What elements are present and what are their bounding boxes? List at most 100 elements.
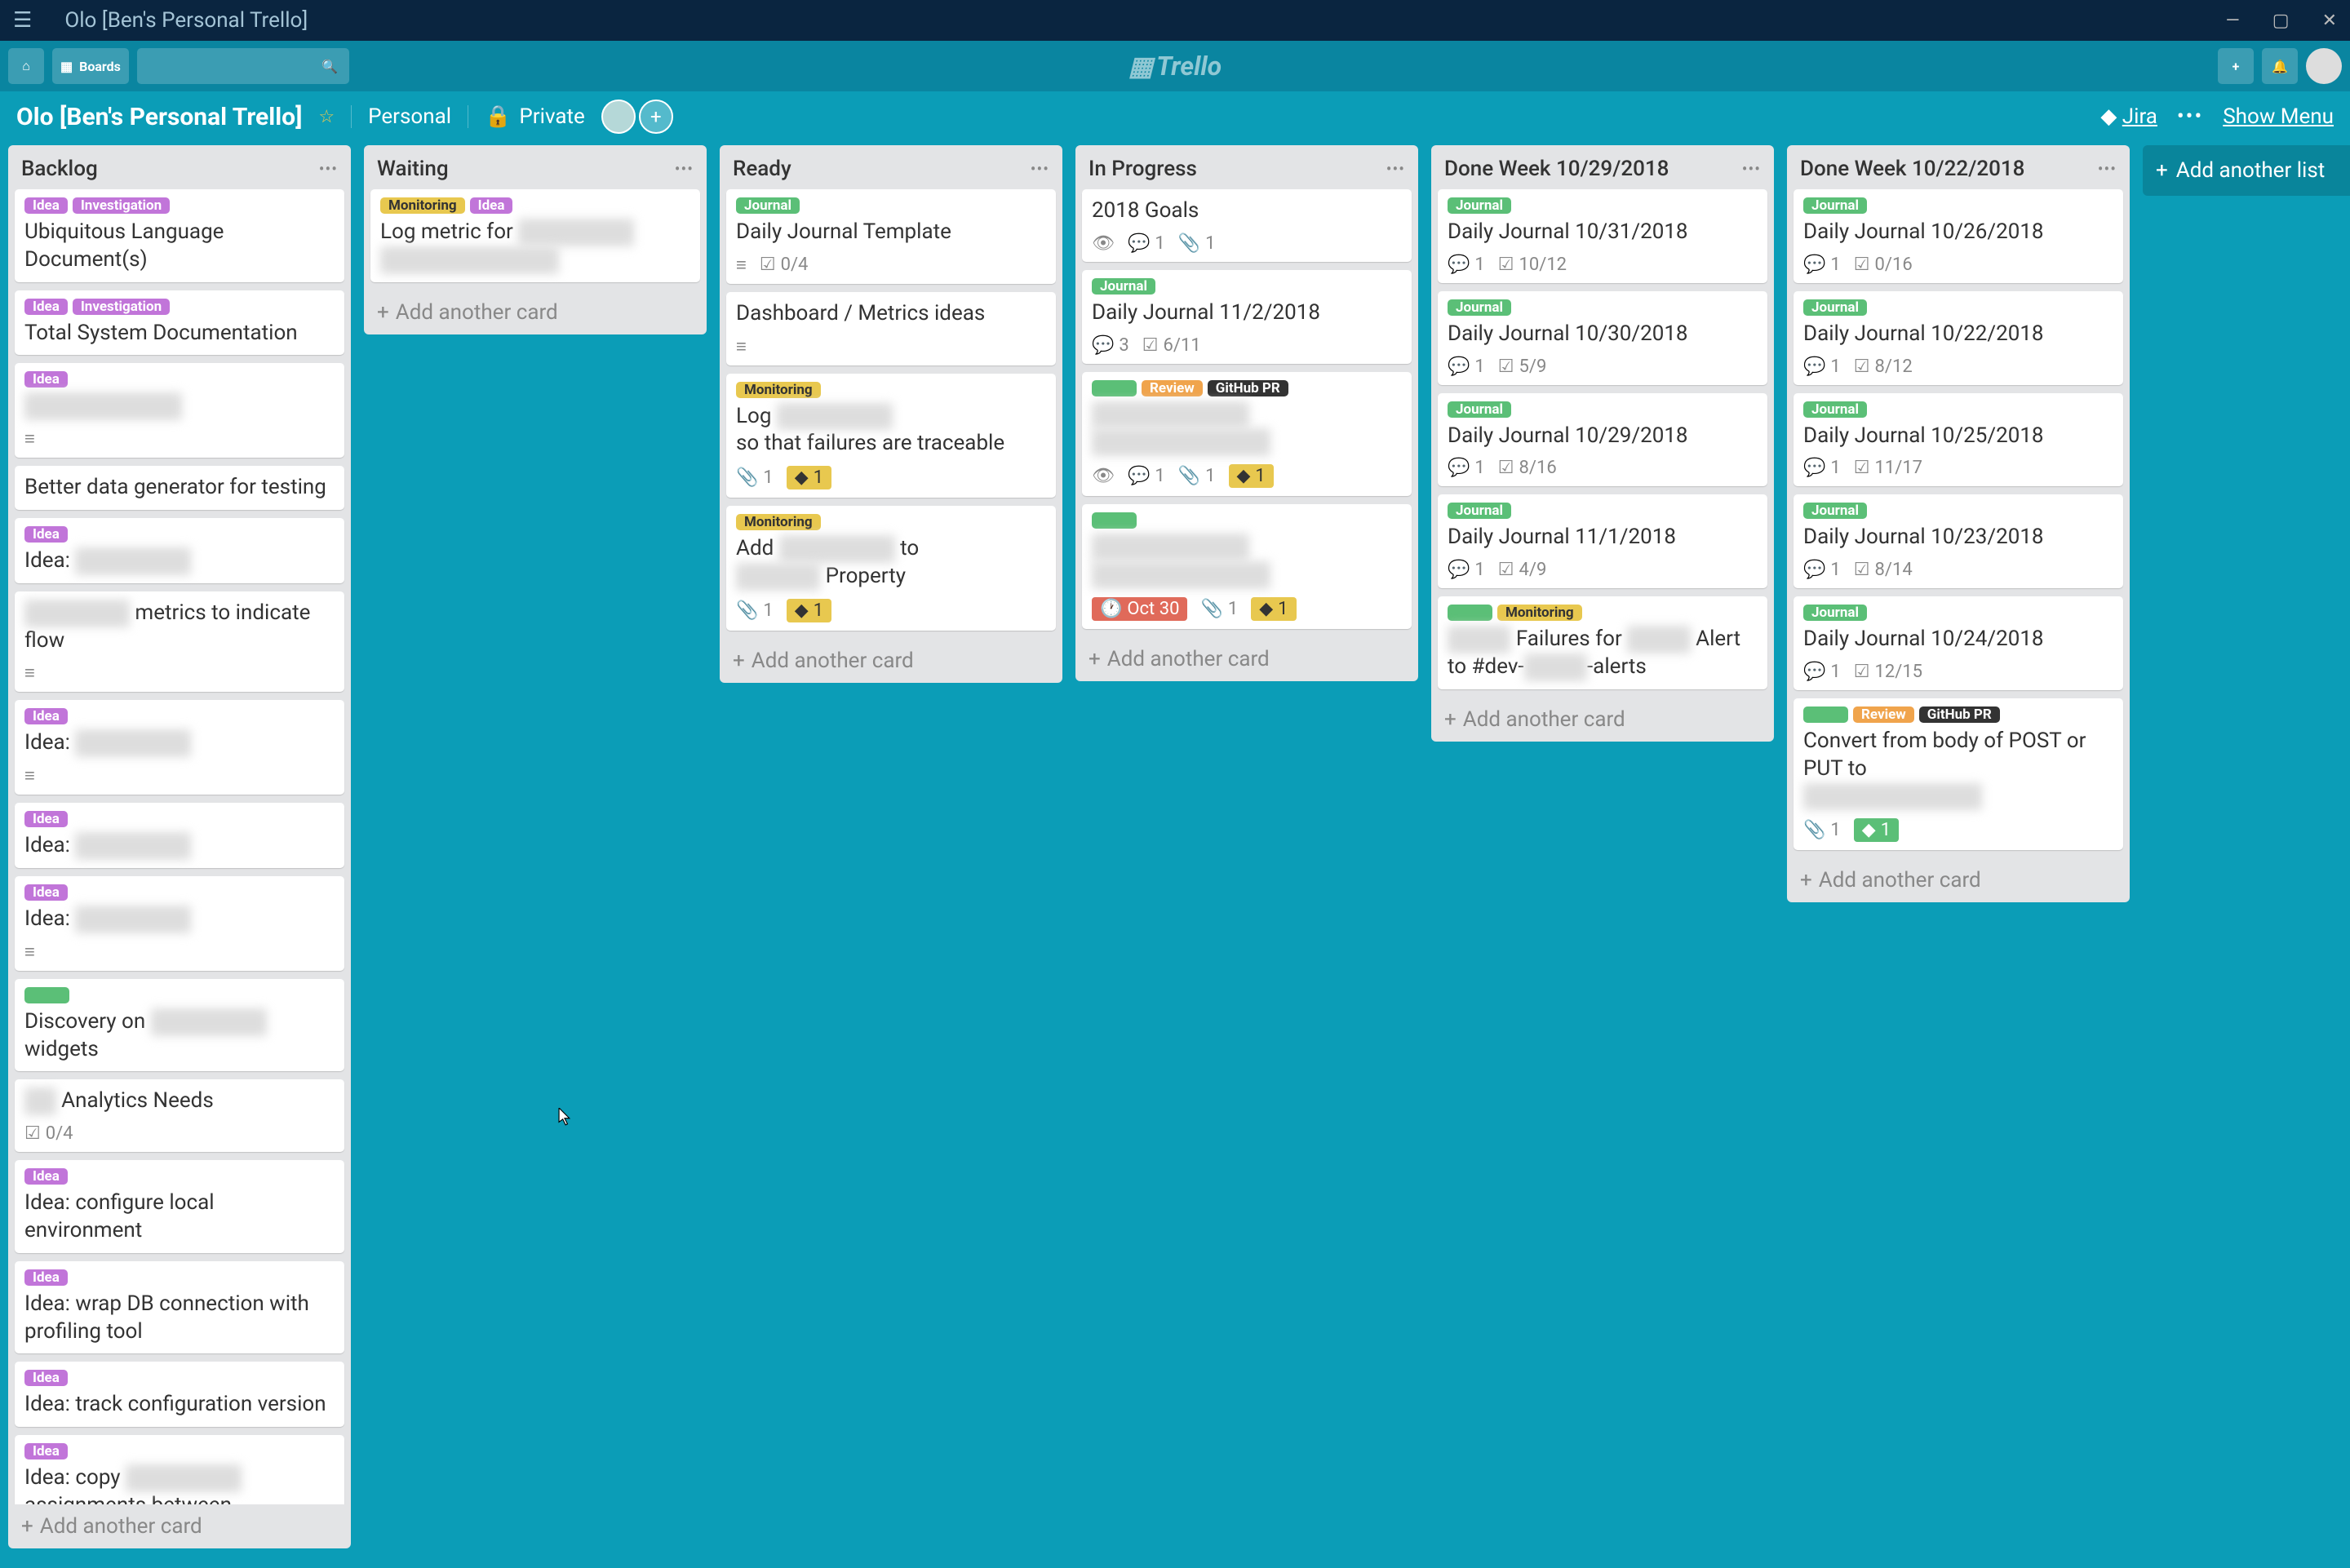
card[interactable]: JournalDaily Journal 10/23/2018💬 1☑ 8/14 xyxy=(1794,494,2123,588)
card-label[interactable] xyxy=(1448,605,1492,621)
card-label[interactable]: Journal xyxy=(1448,197,1511,214)
card[interactable]: JournalDaily Journal 10/30/2018💬 1☑ 5/9 xyxy=(1438,291,1767,385)
show-menu-button[interactable]: Show Menu xyxy=(2223,104,2334,129)
card-label[interactable]: Journal xyxy=(1092,278,1155,295)
card-label[interactable]: Idea xyxy=(24,1370,68,1386)
card-label[interactable]: Review xyxy=(1142,380,1203,396)
card-label[interactable]: Monitoring xyxy=(736,382,821,398)
card-label[interactable]: Journal xyxy=(1448,401,1511,418)
star-icon[interactable]: ☆ xyxy=(318,107,335,127)
card-label[interactable]: Journal xyxy=(736,197,800,214)
search-input[interactable]: 🔍 xyxy=(137,48,349,84)
card[interactable]: xxxxxxxxxxxxxxxxxxxxxxxxxxxxxxxx🕐 Oct 30… xyxy=(1082,504,1412,629)
card-label[interactable]: Idea xyxy=(24,1443,68,1459)
card[interactable]: MonitoringAdd xxxxxxxxxxx to xxxxxxxx Pr… xyxy=(726,506,1056,631)
list-menu-button[interactable]: ••• xyxy=(1742,159,1761,179)
card-label[interactable]: Idea xyxy=(24,197,68,214)
member-avatar[interactable] xyxy=(601,100,636,134)
create-button[interactable]: + xyxy=(2218,48,2254,84)
card[interactable]: xxx Analytics Needs☑ 0/4 xyxy=(15,1079,344,1152)
list-name[interactable]: Ready xyxy=(733,157,1031,181)
card[interactable]: JournalDaily Journal 10/31/2018💬 1☑ 10/1… xyxy=(1438,189,1767,283)
user-avatar[interactable] xyxy=(2306,48,2342,84)
card[interactable]: JournalDaily Journal 11/2/2018💬 3☑ 6/11 xyxy=(1082,270,1412,364)
list-name[interactable]: Done Week 10/29/2018 xyxy=(1444,157,1742,181)
minimize-button[interactable]: — xyxy=(2226,11,2240,31)
add-card-button[interactable]: + Add another card xyxy=(720,639,1062,683)
add-list-button[interactable]: + Add another list xyxy=(2143,145,2350,196)
close-button[interactable]: ✕ xyxy=(2322,11,2337,31)
card-label[interactable]: GitHub PR xyxy=(1919,706,2000,723)
card[interactable]: IdeaIdea: copy xxxxxxxxxxxassignments be… xyxy=(15,1435,344,1504)
card[interactable]: JournalDaily Journal 11/1/2018💬 1☑ 4/9 xyxy=(1438,494,1767,588)
list-name[interactable]: In Progress xyxy=(1089,157,1386,181)
card-label[interactable] xyxy=(24,987,69,1003)
card-label[interactable]: Investigation xyxy=(73,299,170,315)
card-label[interactable] xyxy=(1092,380,1137,396)
card-label[interactable]: Journal xyxy=(1803,401,1867,418)
card[interactable]: IdeaIdea: xxxxxxxxxxx xyxy=(15,876,344,971)
card[interactable]: ReviewGitHub PRConvert from body of POST… xyxy=(1794,698,2123,850)
add-member-button[interactable]: + xyxy=(639,100,673,134)
card[interactable]: 2018 Goals👁💬 1📎 1 xyxy=(1082,189,1412,262)
card-label[interactable]: Idea xyxy=(470,197,513,214)
card-label[interactable]: Journal xyxy=(1803,605,1867,621)
card[interactable]: IdeaIdea: xxxxxxxxxxx xyxy=(15,803,344,868)
add-card-button[interactable]: + Add another card xyxy=(1075,637,1418,681)
card[interactable]: IdeaIdea: wrap DB connection with profil… xyxy=(15,1261,344,1354)
card[interactable]: JournalDaily Journal 10/29/2018💬 1☑ 8/16 xyxy=(1438,393,1767,487)
card-label[interactable]: GitHub PR xyxy=(1208,380,1288,396)
card[interactable]: JournalDaily Journal 10/26/2018💬 1☑ 0/16 xyxy=(1794,189,2123,283)
card[interactable]: Ideaxxxxxxxxxxxxxxx xyxy=(15,363,344,458)
card-label[interactable]: Idea xyxy=(24,811,68,827)
card[interactable]: Discovery on xxxxxxxxxxxwidgets xyxy=(15,979,344,1072)
card-label[interactable]: Investigation xyxy=(73,197,170,214)
card[interactable]: IdeaInvestigationUbiquitous Language Doc… xyxy=(15,189,344,282)
card[interactable]: IdeaIdea: xxxxxxxxxxx xyxy=(15,518,344,583)
maximize-button[interactable]: ▢ xyxy=(2272,11,2290,31)
card-label[interactable]: Monitoring xyxy=(736,514,821,530)
card-label[interactable]: Idea xyxy=(24,884,68,901)
board-canvas[interactable]: Backlog•••IdeaInvestigationUbiquitous La… xyxy=(0,142,2350,1568)
trello-logo[interactable]: ▦ Trello xyxy=(1128,51,1222,82)
list-name[interactable]: Backlog xyxy=(21,157,319,181)
add-card-button[interactable]: + Add another card xyxy=(1431,698,1774,742)
card[interactable]: Dashboard / Metrics ideas xyxy=(726,292,1056,365)
list-name[interactable]: Waiting xyxy=(377,157,675,181)
card-label[interactable]: Journal xyxy=(1803,299,1867,316)
jira-link[interactable]: Jira xyxy=(2122,104,2157,129)
card[interactable]: JournalDaily Journal Template☑ 0/4 xyxy=(726,189,1056,284)
card[interactable]: IdeaIdea: configure local environment xyxy=(15,1160,344,1253)
card[interactable]: Monitoringxxxxxx Failures for xxxxxx Ale… xyxy=(1438,596,1767,689)
card[interactable]: JournalDaily Journal 10/25/2018💬 1☑ 11/1… xyxy=(1794,393,2123,487)
card[interactable]: Better data generator for testing xyxy=(15,466,344,510)
board-name[interactable]: Olo [Ben's Personal Trello] xyxy=(16,103,302,131)
card-label[interactable]: Monitoring xyxy=(1497,605,1582,621)
card-label[interactable]: Monitoring xyxy=(380,197,465,214)
card-label[interactable]: Journal xyxy=(1448,503,1511,519)
list-menu-button[interactable]: ••• xyxy=(1386,159,1405,179)
card-label[interactable]: Idea xyxy=(24,371,68,388)
card[interactable]: JournalDaily Journal 10/24/2018💬 1☑ 12/1… xyxy=(1794,596,2123,690)
card-label[interactable]: Journal xyxy=(1803,197,1867,214)
card[interactable]: MonitoringIdeaLog metric for xxxxxxxxxxx… xyxy=(370,189,700,282)
list-menu-button[interactable]: ••• xyxy=(2098,159,2117,179)
card[interactable]: JournalDaily Journal 10/22/2018💬 1☑ 8/12 xyxy=(1794,291,2123,385)
card[interactable]: ReviewGitHub PRxxxxxxxxxxxxxxxxxxxxxxxxx… xyxy=(1082,372,1412,497)
jira-powerup[interactable]: ◆ Jira xyxy=(2100,104,2157,129)
notifications-button[interactable]: 🔔 xyxy=(2262,48,2298,84)
list-menu-button[interactable]: ••• xyxy=(1031,159,1049,179)
card[interactable]: IdeaIdea: track configuration version xyxy=(15,1362,344,1427)
add-card-button[interactable]: + Add another card xyxy=(1787,858,2130,902)
card-label[interactable] xyxy=(1803,706,1848,723)
card[interactable]: xxxxxxxxxx metrics to indicate flow xyxy=(15,591,344,693)
card[interactable]: IdeaInvestigationTotal System Documentat… xyxy=(15,290,344,356)
card-label[interactable]: Idea xyxy=(24,1269,68,1286)
add-card-button[interactable]: + Add another card xyxy=(364,290,707,334)
card-label[interactable]: Idea xyxy=(24,299,68,315)
card-label[interactable]: Idea xyxy=(24,526,68,543)
list-menu-button[interactable]: ••• xyxy=(319,159,338,179)
home-button[interactable]: ⌂ xyxy=(8,48,44,84)
list-name[interactable]: Done Week 10/22/2018 xyxy=(1800,157,2098,181)
add-card-button[interactable]: + Add another card xyxy=(8,1504,351,1548)
